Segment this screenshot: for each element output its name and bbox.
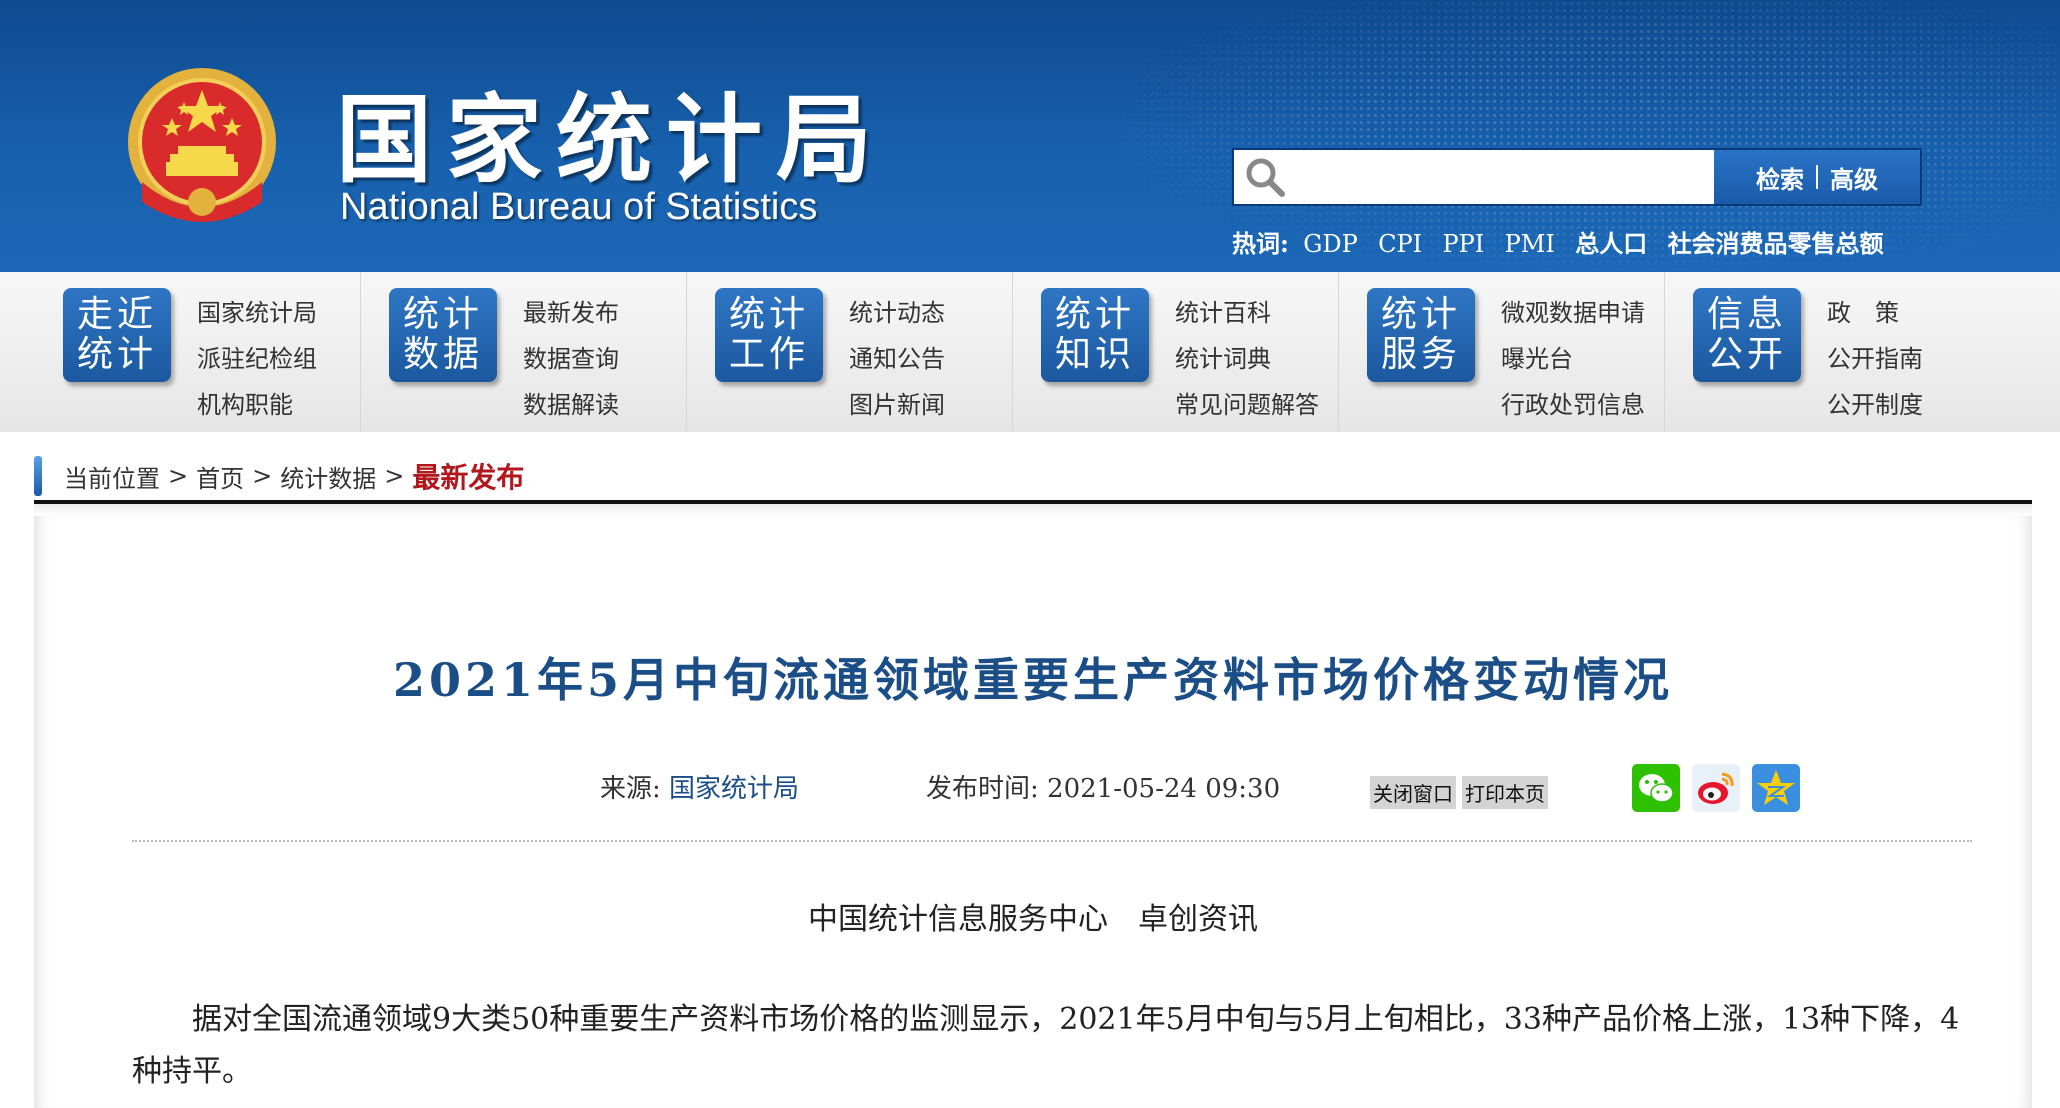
breadcrumb-marker [34, 456, 42, 496]
hotword-cpi[interactable]: CPI [1378, 230, 1422, 258]
nav-badge-line: 走近 [76, 294, 157, 335]
search-bar: 检索 高级 [1232, 148, 1922, 206]
nav-links-data: 最新发布 数据查询 数据解读 [523, 290, 619, 428]
hotwords-bar: 热词: GDP CPI PPI PMI 总人口 社会消费品零售总额 [1232, 224, 1896, 259]
nav-group-knowledge: 统计 知识 统计百科 统计词典 常见问题解答 [1013, 272, 1339, 432]
nav-link[interactable]: 派驻纪检组 [197, 336, 317, 382]
breadcrumb-separator: > [168, 462, 189, 490]
nav-group-service: 统计 服务 微观数据申请 曝光台 行政处罚信息 [1339, 272, 1665, 432]
wechat-icon[interactable] [1632, 764, 1680, 812]
article-title: 2021年5月中旬流通领域重要生产资料市场价格变动情况 [392, 653, 1674, 707]
breadcrumb-current[interactable]: 最新发布 [412, 456, 524, 496]
nav-links-work: 统计动态 通知公告 图片新闻 [849, 290, 945, 428]
nav-badge-line: 信息 [1706, 294, 1787, 335]
nav-badge-line: 服务 [1380, 334, 1461, 375]
breadcrumb-data-link[interactable]: 统计数据 [280, 459, 376, 494]
search-button[interactable]: 检索 [1744, 160, 1816, 195]
nav-link[interactable]: 数据查询 [523, 336, 619, 382]
nav-link[interactable]: 公开指南 [1827, 336, 1923, 382]
breadcrumb-label: 当前位置 [64, 464, 160, 493]
hotword-population[interactable]: 总人口 [1575, 229, 1647, 258]
nav-badge-knowledge[interactable]: 统计 知识 [1041, 288, 1149, 382]
nav-badge-line: 数据 [402, 334, 483, 375]
nav-badge-disclosure[interactable]: 信息 公开 [1693, 288, 1801, 382]
nav-link[interactable]: 通知公告 [849, 336, 945, 382]
main-nav: 走近 统计 国家统计局 派驻纪检组 机构职能 统计 数据 最新发布 数据查询 数… [0, 272, 2060, 432]
nav-link[interactable]: 行政处罚信息 [1501, 382, 1645, 428]
nav-badge-data[interactable]: 统计 数据 [389, 288, 497, 382]
nav-links-knowledge: 统计百科 统计词典 常见问题解答 [1175, 290, 1319, 428]
source-label: 来源: [600, 774, 661, 804]
nav-badge-line: 统计 [76, 334, 157, 375]
breadcrumb-separator: > [384, 462, 405, 490]
article-time: 发布时间: 2021-05-24 09:30 [926, 768, 1280, 805]
nav-badge-service[interactable]: 统计 服务 [1367, 288, 1475, 382]
nav-badge-line: 公开 [1706, 334, 1787, 375]
site-title-cn: 国家统计局 [336, 84, 886, 196]
nav-links-about: 国家统计局 派驻纪检组 机构职能 [197, 290, 317, 428]
nav-links-disclosure: 政 策 公开指南 公开制度 [1827, 290, 1923, 428]
nav-group-work: 统计 工作 统计动态 通知公告 图片新闻 [687, 272, 1013, 432]
national-emblem-icon [128, 68, 276, 222]
weibo-icon[interactable] [1692, 764, 1740, 812]
nav-badge-work[interactable]: 统计 工作 [715, 288, 823, 382]
nav-badge-line: 统计 [728, 294, 809, 335]
nav-link[interactable]: 机构职能 [197, 382, 317, 428]
nav-link[interactable]: 政 策 [1827, 290, 1923, 336]
breadcrumb-shadow [34, 504, 2032, 516]
hotword-ppi[interactable]: PPI [1443, 230, 1485, 258]
nav-links-service: 微观数据申请 曝光台 行政处罚信息 [1501, 290, 1645, 428]
nav-badge-line: 统计 [1054, 294, 1135, 335]
nav-link[interactable]: 统计词典 [1175, 336, 1319, 382]
breadcrumb-separator: > [252, 462, 273, 490]
article-panel: 2021年5月中旬流通领域重要生产资料市场价格变动情况 来源: 国家统计局 发布… [34, 516, 2032, 1108]
qzone-icon[interactable] [1752, 764, 1800, 812]
site-title-en: National Bureau of Statistics [340, 186, 818, 228]
time-label: 发布时间: [926, 774, 1039, 804]
search-buttons: 检索 高级 [1714, 150, 1920, 204]
breadcrumb: 当前位置 > 首页 > 统计数据 > 最新发布 [34, 454, 524, 498]
share-icons [1632, 764, 1800, 812]
advanced-search-button[interactable]: 高级 [1818, 160, 1890, 195]
article-source: 来源: 国家统计局 [600, 768, 799, 805]
nav-link[interactable]: 图片新闻 [849, 382, 945, 428]
nav-link[interactable]: 统计百科 [1175, 290, 1319, 336]
search-input[interactable] [1296, 150, 1714, 204]
nav-link[interactable]: 最新发布 [523, 290, 619, 336]
breadcrumb-home-link[interactable]: 首页 [196, 459, 244, 494]
print-page-button[interactable]: 打印本页 [1462, 776, 1548, 809]
nav-group-data: 统计 数据 最新发布 数据查询 数据解读 [361, 272, 687, 432]
nav-badge-line: 工作 [728, 334, 809, 375]
article-meta-divider [132, 840, 1972, 842]
nav-link[interactable]: 公开制度 [1827, 382, 1923, 428]
nav-group-disclosure: 信息 公开 政 策 公开指南 公开制度 [1665, 272, 1991, 432]
hotword-gdp[interactable]: GDP [1303, 230, 1358, 258]
search-icon [1234, 150, 1296, 204]
nav-group-about: 走近 统计 国家统计局 派驻纪检组 机构职能 [35, 272, 361, 432]
nav-link[interactable]: 数据解读 [523, 382, 619, 428]
close-window-button[interactable]: 关闭窗口 [1370, 776, 1456, 809]
nav-link[interactable]: 常见问题解答 [1175, 382, 1319, 428]
nav-badge-line: 知识 [1054, 334, 1135, 375]
time-value: 2021-05-24 09:30 [1047, 774, 1281, 804]
source-link[interactable]: 国家统计局 [669, 774, 799, 804]
article-paragraph: 据对全国流通领域9大类50种重要生产资料市场价格的监测显示，2021年5月中旬与… [132, 1002, 1960, 1089]
nav-badge-about[interactable]: 走近 统计 [63, 288, 171, 382]
nav-badge-line: 统计 [1380, 294, 1461, 335]
nav-link[interactable]: 微观数据申请 [1501, 290, 1645, 336]
hotword-retail-sales[interactable]: 社会消费品零售总额 [1668, 229, 1884, 258]
hotword-pmi[interactable]: PMI [1505, 230, 1555, 258]
article-byline: 中国统计信息服务中心 卓创资讯 [808, 902, 1258, 937]
site-header: 国家统计局 National Bureau of Statistics 检索 高… [0, 0, 2060, 272]
article-tools: 关闭窗口 打印本页 [1370, 776, 1548, 809]
nav-link[interactable]: 统计动态 [849, 290, 945, 336]
nav-link[interactable]: 曝光台 [1501, 336, 1645, 382]
nav-badge-line: 统计 [402, 294, 483, 335]
nav-link[interactable]: 国家统计局 [197, 290, 317, 336]
hotwords-label: 热词: [1232, 229, 1289, 258]
